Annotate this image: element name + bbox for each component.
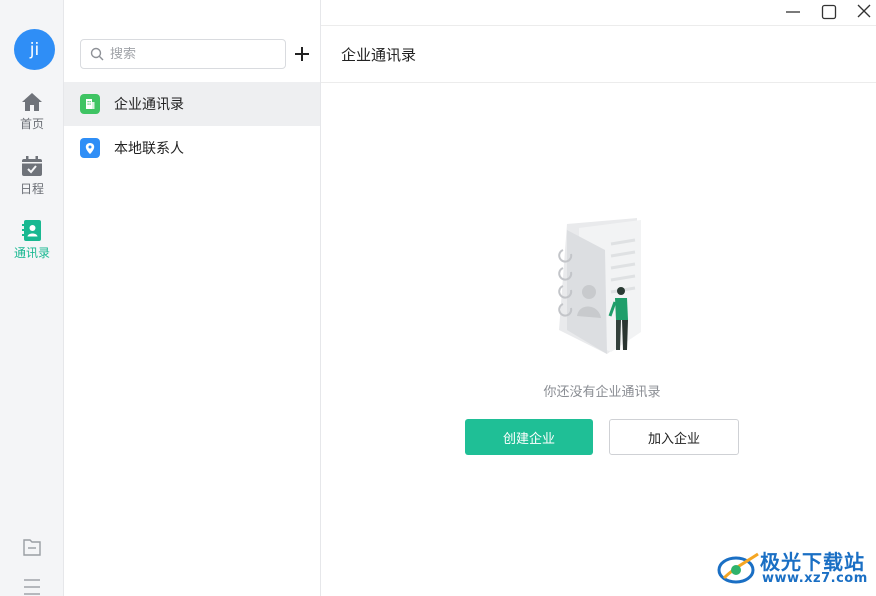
nav-rail: ji 首页 日程 通讯录 <box>0 0 64 596</box>
close-icon[interactable] <box>853 2 875 22</box>
nav-item-label: 首页 <box>19 117 44 131</box>
watermark-url: www.xz7.com <box>762 571 868 586</box>
title-bar <box>321 0 876 26</box>
watermark: 极光下载站 www.xz7.com <box>716 544 876 592</box>
app-window: ji 首页 日程 通讯录 搜索 企业通讯录 本地联系人 企业通讯录 你还没有企业… <box>0 0 876 596</box>
home-icon <box>22 93 42 111</box>
avatar[interactable]: ji <box>14 29 55 70</box>
add-icon[interactable] <box>292 44 312 64</box>
search-icon <box>90 47 104 61</box>
list-item-local-contacts[interactable]: 本地联系人 <box>64 126 320 170</box>
nav-item-contacts[interactable]: 通讯录 <box>0 220 64 270</box>
divider <box>321 82 876 83</box>
create-enterprise-button[interactable]: 创建企业 <box>465 419 593 455</box>
minimize-icon[interactable] <box>782 2 804 22</box>
nav-item-label: 通讯录 <box>13 246 50 260</box>
maximize-icon[interactable] <box>818 2 840 22</box>
calendar-icon <box>22 156 42 176</box>
main-panel: 企业通讯录 你还没有企业通讯录 创建企业 加入企业 <box>321 0 876 596</box>
page-title: 企业通讯录 <box>341 46 417 64</box>
list-item-label: 本地联系人 <box>114 141 184 157</box>
watermark-logo-icon <box>717 552 759 584</box>
location-pin-icon <box>80 138 100 158</box>
nav-item-label: 日程 <box>19 182 44 196</box>
search-box[interactable] <box>80 39 286 69</box>
menu-icon[interactable] <box>22 577 42 596</box>
contact-groups-panel: 企业通讯录 本地联系人 <box>64 0 321 596</box>
folder-icon[interactable] <box>22 537 42 557</box>
search-input[interactable] <box>110 46 270 62</box>
nav-item-home[interactable]: 首页 <box>0 92 64 142</box>
empty-state-message: 你还没有企业通讯录 <box>543 385 661 400</box>
building-icon <box>80 94 100 114</box>
empty-contacts-illustration <box>558 218 641 354</box>
join-enterprise-button[interactable]: 加入企业 <box>609 419 739 455</box>
list-item-enterprise-contacts[interactable]: 企业通讯录 <box>64 82 320 126</box>
list-item-label: 企业通讯录 <box>114 97 184 113</box>
contacts-icon <box>22 220 41 241</box>
nav-item-calendar[interactable]: 日程 <box>0 156 64 206</box>
